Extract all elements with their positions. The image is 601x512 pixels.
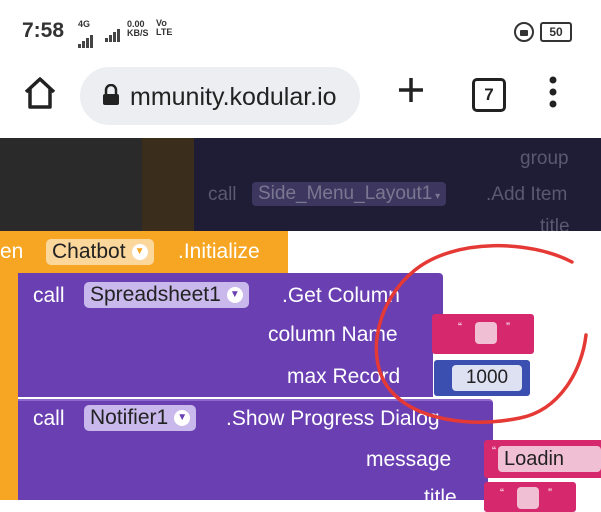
- event-block-body: [0, 273, 18, 500]
- volte-indicator: Vo LTE: [156, 18, 173, 37]
- home-icon[interactable]: [22, 76, 58, 115]
- network-generation: 4G: [78, 19, 91, 29]
- status-bar: 7:58 4G 0.00 KB/S Vo LTE 50: [0, 0, 601, 62]
- address-bar[interactable]: mmunity.kodular.io: [80, 67, 360, 125]
- url-text: mmunity.kodular.io: [130, 83, 337, 111]
- status-time: 7:58: [22, 19, 65, 42]
- get-column-call-label: call: [33, 284, 65, 307]
- event-component-dropdown[interactable]: Chatbot ▼: [46, 239, 154, 265]
- data-speed: 0.00 KB/S: [127, 19, 149, 38]
- signal-icon-2: [105, 24, 121, 42]
- title-text-field[interactable]: [517, 487, 539, 509]
- title-text-block[interactable]: “ ”: [484, 482, 576, 512]
- signal-icon: 4G: [78, 20, 94, 48]
- bg-method-label: .Add Item: [486, 184, 568, 205]
- blocks-workspace-background: group call Side_Menu_Layout1 ▾ .Add Item…: [0, 138, 601, 231]
- browser-toolbar: mmunity.kodular.io 7: [0, 62, 601, 138]
- rotation-lock-icon: [514, 22, 534, 42]
- progress-call-label: call: [33, 407, 65, 430]
- battery-icon: 50: [540, 22, 572, 42]
- group-param-label: group: [520, 148, 569, 169]
- message-param-label: message: [366, 448, 452, 471]
- lock-icon: [102, 83, 120, 111]
- bg-component-dropdown[interactable]: Side_Menu_Layout1 ▾: [252, 182, 447, 206]
- bg-title-label: title: [540, 216, 570, 231]
- event-name-label: .Initialize: [178, 240, 260, 263]
- more-menu-icon[interactable]: [548, 76, 558, 113]
- notifier-component-dropdown[interactable]: Notifier1 ▼: [84, 405, 197, 431]
- event-prefix-label: en: [0, 240, 24, 263]
- title-param-label: title: [424, 486, 457, 509]
- tab-switcher-button[interactable]: 7: [472, 78, 506, 112]
- bg-call-label: call: [208, 184, 237, 205]
- red-annotation-circle: [374, 244, 588, 424]
- spreadsheet-component-dropdown[interactable]: Spreadsheet1 ▼: [84, 282, 249, 308]
- new-tab-icon[interactable]: [396, 75, 426, 110]
